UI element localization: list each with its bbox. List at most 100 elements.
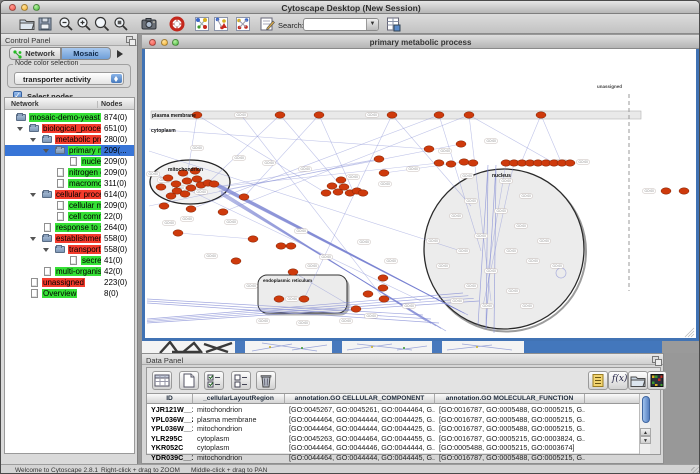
canvas-resize-grip[interactable]: [685, 328, 694, 337]
network-node[interactable]: [434, 112, 444, 118]
help-lifesaver-icon[interactable]: [169, 16, 185, 32]
import-attributes-icon[interactable]: [628, 371, 648, 390]
tab-network[interactable]: Network: [9, 47, 61, 60]
network-node[interactable]: [358, 190, 368, 196]
network-node[interactable]: [661, 188, 671, 194]
save-icon[interactable]: [37, 16, 53, 32]
tree-row[interactable]: nitrogen compo209(0): [5, 167, 134, 178]
network-node[interactable]: [374, 156, 384, 162]
table-cell[interactable]: YPL036W__1: [147, 424, 193, 434]
network-canvas[interactable]: GO:00GO:00GO:00GO:00GO:00GO:00GO:00GO:00…: [145, 49, 696, 338]
tree-row[interactable]: unassigned223(0): [5, 277, 134, 288]
zoom-selected-icon[interactable]: [113, 16, 129, 32]
network-edge[interactable]: [208, 115, 280, 183]
tree-row[interactable]: response to stimulu264(0): [5, 222, 134, 233]
network-node[interactable]: [276, 243, 286, 249]
column-header[interactable]: _cellularLayoutRegion: [193, 394, 285, 404]
table-cell[interactable]: [GO:0016787, GO:0005488, GO:0005215, G..…: [435, 405, 585, 415]
expand-arrow-icon[interactable]: [30, 193, 36, 197]
network-node[interactable]: [679, 188, 689, 194]
expand-arrow-icon[interactable]: [43, 149, 49, 153]
dropdown-stepper-icon[interactable]: [111, 74, 122, 83]
tree-row[interactable]: secretion41(0): [5, 255, 134, 266]
network-node[interactable]: [378, 275, 388, 281]
column-header[interactable]: annotation.GO CELLULAR_COMPONENT: [285, 394, 435, 404]
tree-row[interactable]: primary metabol209(...: [5, 145, 134, 156]
table-cell[interactable]: [GO:0045263, GO:0044464, GO:0044455, G..…: [285, 434, 435, 444]
float-data-panel-icon[interactable]: [652, 356, 659, 363]
tree-row[interactable]: establishment of lo558(0): [5, 233, 134, 244]
network-node[interactable]: [468, 160, 478, 166]
function-builder-icon[interactable]: f(x): [608, 371, 628, 390]
table-cell[interactable]: [GO:0016787, GO:0005488, GO:0005215, G..…: [435, 424, 585, 434]
network-node[interactable]: [456, 141, 466, 147]
network-node[interactable]: [192, 176, 202, 182]
network-node[interactable]: [321, 190, 331, 196]
zoom-fit-icon[interactable]: [94, 16, 110, 32]
background-window-titlebar[interactable]: [524, 341, 662, 353]
tree-row[interactable]: mosaic-demo-yeast874(0): [5, 112, 134, 123]
network-node[interactable]: [182, 178, 192, 184]
table-cell[interactable]: YJR121W__1: [147, 405, 193, 415]
network-view-titlebar[interactable]: primary metabolic process: [142, 35, 699, 49]
table-cell[interactable]: [GO:0044464, GO:0044446, GO:0044444, G..…: [285, 443, 435, 453]
network-edge[interactable]: [469, 115, 554, 163]
network-node[interactable]: [186, 206, 196, 212]
table-cell[interactable]: [GO:0005488, GO:0005215, GO:0003674]: [435, 443, 585, 453]
import-table-icon[interactable]: [385, 16, 401, 32]
background-window-border[interactable]: [432, 341, 442, 353]
float-panel-icon[interactable]: [126, 36, 133, 43]
expand-arrow-icon[interactable]: [17, 127, 23, 131]
tree-row[interactable]: nucleobase-209(0): [5, 156, 134, 167]
zoom-out-icon[interactable]: [58, 16, 74, 32]
tree-row[interactable]: cell communicat22(0): [5, 211, 134, 222]
table-cell[interactable]: [GO:0044464, GO:0044444, GO:0044425, G..…: [285, 415, 435, 425]
table-cell[interactable]: [GO:0045267, GO:0045261, GO:0044464, G..…: [285, 405, 435, 415]
column-header[interactable]: ID: [147, 394, 193, 404]
network-node[interactable]: [209, 181, 219, 187]
network-node[interactable]: [288, 269, 298, 275]
network-node[interactable]: [274, 296, 284, 302]
network-edge[interactable]: [191, 115, 439, 209]
network-node[interactable]: [159, 203, 169, 209]
table-cell[interactable]: YLR295C: [147, 434, 193, 444]
network-node[interactable]: [536, 112, 546, 118]
network-node[interactable]: [239, 194, 249, 200]
network-node[interactable]: [351, 306, 361, 312]
network-tool-icon-3[interactable]: [235, 16, 251, 32]
annotation-icon[interactable]: [259, 16, 275, 32]
network-node[interactable]: [314, 112, 324, 118]
expand-arrow-icon[interactable]: [43, 248, 49, 252]
column-header[interactable]: annotation.GO MOLECULAR_FUNCTION: [435, 394, 585, 404]
background-window-border[interactable]: [235, 341, 245, 353]
table-cell[interactable]: YDR039C__1: [147, 453, 193, 463]
network-node[interactable]: [379, 296, 389, 302]
table-cell[interactable]: [GO:0016787, GO:0005488, GO:0005215, G..…: [435, 415, 585, 425]
tree-row[interactable]: cellular metabol209(0): [5, 200, 134, 211]
open-icon[interactable]: [19, 16, 35, 32]
network-edge[interactable]: [392, 115, 471, 206]
network-node[interactable]: [434, 160, 444, 166]
tree-row[interactable]: macromolecule311(0): [5, 178, 134, 189]
network-node[interactable]: [339, 184, 349, 190]
network-node[interactable]: [171, 181, 181, 187]
network-node[interactable]: [378, 285, 388, 291]
table-cell[interactable]: cytoplasm: [193, 434, 285, 444]
network-edge[interactable]: [541, 115, 561, 162]
network-node[interactable]: [156, 184, 166, 190]
tree-row[interactable]: cellular process614(0): [5, 189, 134, 200]
network-node[interactable]: [173, 230, 183, 236]
table-cell[interactable]: plasma membrane: [193, 415, 285, 425]
scroll-down-icon[interactable]: ▼: [640, 436, 651, 444]
network-edge[interactable]: [178, 233, 253, 239]
network-tool-icon-2[interactable]: [213, 16, 229, 32]
tree-row[interactable]: multi-organism pro42(0): [5, 266, 134, 277]
table-scrollbar[interactable]: ▲ ▼: [639, 394, 650, 454]
network-node[interactable]: [464, 112, 474, 118]
table-cell[interactable]: mitochondrion: [193, 453, 285, 463]
table-cell[interactable]: mitochondrion: [193, 405, 285, 415]
tree-row[interactable]: metabolic process280(0): [5, 134, 134, 145]
table-cell[interactable]: [GO:0016787, GO:0005488, GO:0005215, G..…: [435, 453, 585, 463]
network-node[interactable]: [275, 112, 285, 118]
expand-arrow-icon[interactable]: [30, 138, 36, 142]
